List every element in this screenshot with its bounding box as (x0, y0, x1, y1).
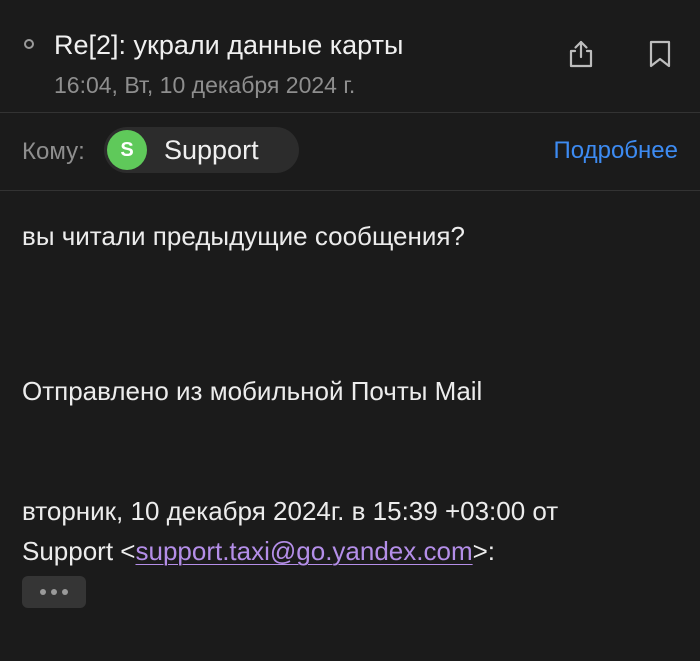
message-date: 16:04, Вт, 10 декабря 2024 г. (54, 72, 356, 98)
share-button[interactable] (559, 32, 603, 76)
quote-header-date: вторник, 10 декабря 2024г. в 15:39 +03:0… (22, 496, 559, 526)
message-header: Re[2]: украли данные карты 16:04, Вт, 10… (0, 0, 700, 112)
recipient-name: Support (164, 135, 259, 165)
ellipsis-icon (40, 589, 46, 595)
share-icon (569, 40, 593, 68)
sender-email-link[interactable]: support.taxi@go.yandex.com (135, 536, 472, 566)
message-signature: Отправлено из мобильной Почты Mail (22, 376, 483, 406)
quote-sender-suffix: >: (472, 536, 496, 566)
to-label: Кому: (22, 138, 85, 165)
message-body: вы читали предыдущие сообщения? (22, 221, 465, 251)
recipients-divider (0, 190, 700, 191)
recipients-row: Кому: S Support Подробнее (0, 113, 700, 190)
message-subject: Re[2]: украли данные карты (54, 30, 404, 60)
bookmark-icon (649, 40, 671, 68)
unread-indicator-icon[interactable] (24, 39, 34, 49)
show-quoted-button[interactable] (22, 576, 86, 608)
recipient-chip[interactable]: S Support (104, 127, 299, 173)
details-link[interactable]: Подробнее (554, 136, 678, 166)
avatar: S (107, 130, 147, 170)
quote-sender-prefix: Support < (22, 536, 136, 566)
bookmark-button[interactable] (638, 32, 682, 76)
quote-header-sender: Support <support.taxi@go.yandex.com>: (22, 531, 495, 571)
